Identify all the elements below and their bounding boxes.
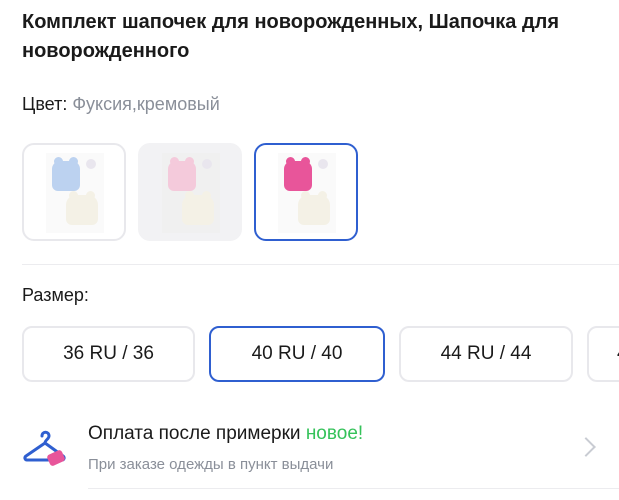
promo-title-text: Оплата после примерки [88, 423, 301, 444]
color-line: Цвет: Фуксия,кремовый [22, 94, 220, 115]
hanger-icon [23, 430, 66, 466]
hat-image [284, 157, 312, 191]
size-options: 36 RU / 36 40 RU / 40 44 RU / 44 4 [22, 326, 619, 382]
product-card: Комплект шапочек для новорожденных, Шапо… [0, 0, 619, 500]
divider [88, 488, 619, 489]
hat-image [52, 157, 80, 191]
color-label: Цвет: [22, 94, 68, 114]
product-thumbnail [278, 153, 336, 233]
promo-subtitle: При заказе одежды в пункт выдачи [88, 456, 334, 473]
hat-image [168, 157, 196, 191]
hat-image [298, 191, 330, 225]
hat-image [66, 191, 98, 225]
new-badge: новое! [305, 423, 364, 444]
color-swatch-pink-cream[interactable] [138, 143, 242, 241]
divider [22, 264, 619, 265]
size-option-36[interactable]: 36 RU / 36 [22, 326, 195, 382]
color-swatch-fuchsia-cream[interactable] [254, 143, 358, 241]
size-option-40[interactable]: 40 RU / 40 [209, 326, 385, 382]
product-thumbnail [46, 153, 104, 233]
try-on-payment-promo[interactable]: Оплата после примерки новое! При заказе … [22, 418, 602, 484]
color-swatch-blue-cream[interactable] [22, 143, 126, 241]
product-title: Комплект шапочек для новорожденных, Шапо… [22, 11, 560, 62]
hat-image [182, 191, 214, 225]
promo-title: Оплата после примерки новое! [88, 423, 363, 445]
product-thumbnail [162, 153, 220, 233]
size-label: Размер: [22, 285, 89, 305]
color-value: Фуксия,кремовый [72, 94, 220, 114]
size-option-44[interactable]: 44 RU / 44 [399, 326, 573, 382]
color-swatches [22, 143, 358, 241]
size-option-next[interactable]: 4 [587, 326, 619, 382]
